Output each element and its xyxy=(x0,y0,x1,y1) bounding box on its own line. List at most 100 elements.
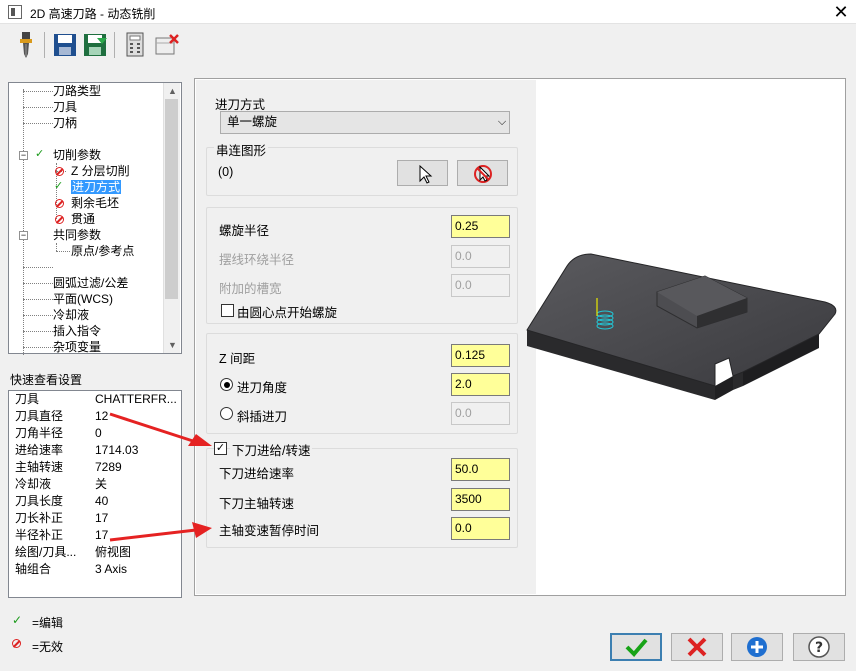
tree-line xyxy=(23,107,53,108)
entry-angle-field[interactable]: 2.0 xyxy=(451,373,510,396)
chain-count: (0) xyxy=(218,165,234,179)
save-icon[interactable] xyxy=(53,32,77,58)
tree-item-label: 刀路类型 xyxy=(53,84,102,98)
tree-item-canned-text[interactable]: 插入指令 xyxy=(53,323,101,339)
tree-line xyxy=(23,315,53,316)
quick-view-key: 绘图/刀具... xyxy=(15,545,77,559)
delete-icon[interactable] xyxy=(155,32,179,58)
cancel-button[interactable] xyxy=(671,633,723,661)
scroll-down-icon[interactable]: ▼ xyxy=(164,337,181,353)
trochoid-radius-label: 摆线环绕半径 xyxy=(219,253,295,267)
tree-item-misc-values[interactable]: 杂项变量 xyxy=(53,339,101,355)
plunge-feed-checkbox[interactable]: ✓ xyxy=(214,442,227,455)
tree-line xyxy=(23,283,53,284)
helix-radius-field[interactable]: 0.25 xyxy=(451,215,510,238)
close-button[interactable]: ✕ xyxy=(826,0,856,24)
tree-item-toolpath-type[interactable]: 刀路类型 xyxy=(53,83,101,99)
ramp-entry-label: 斜插进刀 xyxy=(237,410,288,424)
tree-item-z-depth[interactable]: Z 分层切削 xyxy=(71,163,130,179)
close-icon xyxy=(687,637,707,657)
quick-view-key: 主轴转速 xyxy=(15,460,64,474)
quick-view-value: 俯视图 xyxy=(95,545,132,559)
help-icon: ? xyxy=(808,636,830,658)
invalid-icon xyxy=(12,639,21,648)
calculator-icon[interactable] xyxy=(124,32,148,58)
legend-edited: =编辑 xyxy=(32,616,64,630)
plunge-spindle-field[interactable]: 3500 xyxy=(451,488,510,511)
tree-item-remaining-stock[interactable]: 剩余毛坯 xyxy=(71,195,119,211)
scroll-up-icon[interactable]: ▲ xyxy=(164,83,181,99)
plunge-feed-group-label: 下刀进给/转速 xyxy=(230,440,313,459)
tree-scroll-thumb[interactable] xyxy=(165,99,178,299)
tree-item-holder[interactable]: 刀柄 xyxy=(53,115,77,131)
tree-line xyxy=(23,91,53,92)
clear-chain-button[interactable] xyxy=(457,160,508,186)
quick-view-value: 17 xyxy=(95,511,109,525)
tree-item-coolant[interactable]: 冷却液 xyxy=(53,307,89,323)
plunge-feed-rate-field[interactable]: 50.0 xyxy=(451,458,510,481)
tree-item-label: 刀柄 xyxy=(53,116,78,130)
save-as-icon[interactable] xyxy=(83,32,107,58)
tree-item-entry-method[interactable]: 进刀方式 xyxy=(71,179,122,195)
quick-view-value: CHATTERFR... xyxy=(95,392,177,406)
plus-icon xyxy=(747,637,767,657)
select-chain-button[interactable] xyxy=(397,160,448,186)
legend-invalid: =无效 xyxy=(32,640,64,654)
ok-button[interactable] xyxy=(610,633,662,661)
invalid-icon xyxy=(55,215,64,224)
z-spacing-label: Z 间距 xyxy=(219,352,256,366)
entry-preview-image xyxy=(525,240,845,410)
tree-item-label: 冷却液 xyxy=(53,308,90,322)
parameter-tree: 刀路类型 刀具 刀柄 − ✓ 切削参数 Z 分层切削 ✓ 进刀方式 剩余毛坯 贯… xyxy=(8,82,182,355)
tool-icon[interactable] xyxy=(14,32,38,58)
dwell-field[interactable]: 0.0 xyxy=(451,517,510,540)
center-start-checkbox[interactable] xyxy=(221,304,234,317)
entry-method-dropdown[interactable]: 单一螺旋 xyxy=(220,111,510,134)
quick-view-key: 刀具 xyxy=(15,392,40,406)
ramp-entry-field[interactable]: 0.0 xyxy=(451,402,510,425)
check-icon: ✓ xyxy=(12,613,23,627)
quick-view-value: 关 xyxy=(95,477,108,491)
tree-item-plane-wcs[interactable]: 平面(WCS) xyxy=(53,291,113,307)
quick-view-key: 进给速率 xyxy=(15,443,64,457)
quick-view-value: 40 xyxy=(95,494,109,508)
tree-item-label: 进刀方式 xyxy=(71,180,122,194)
plunge-feed-rate-label: 下刀进给速率 xyxy=(219,467,295,481)
trochoid-radius-field[interactable]: 0.0 xyxy=(451,245,510,268)
check-icon: ✓ xyxy=(35,148,45,160)
tree-item-label: 剩余毛坯 xyxy=(71,196,120,210)
tree-line xyxy=(23,267,53,268)
tree-item-label: Z 分层切削 xyxy=(71,164,130,178)
collapse-icon[interactable]: − xyxy=(19,231,28,240)
tree-item-home-ref-point[interactable]: 原点/参考点 xyxy=(71,243,134,259)
tree-item-label: 切削参数 xyxy=(53,148,102,162)
tree-item-break-through[interactable]: 贯通 xyxy=(71,211,95,227)
tree-item-label: 贯通 xyxy=(71,212,96,226)
app-icon xyxy=(8,5,22,19)
quick-view-key: 半径补正 xyxy=(15,528,64,542)
collapse-icon[interactable]: − xyxy=(19,151,28,160)
tree-item-common-params[interactable]: 共同参数 xyxy=(53,227,101,243)
extra-slot-width-label: 附加的槽宽 xyxy=(219,282,282,296)
extra-slot-width-field[interactable]: 0.0 xyxy=(451,274,510,297)
tree-line xyxy=(56,243,57,251)
clear-chain-icon xyxy=(474,165,492,183)
tree-item-tool[interactable]: 刀具 xyxy=(53,99,77,115)
chevron-down-icon[interactable]: ⌵ xyxy=(494,111,510,134)
tree-item-label: 插入指令 xyxy=(53,324,102,338)
tree-item-arc-filter[interactable]: 圆弧过滤/公差 xyxy=(53,275,128,291)
chain-group-label: 串连图形 xyxy=(214,140,269,159)
tree-item-label: 圆弧过滤/公差 xyxy=(53,276,129,290)
ramp-entry-radio[interactable] xyxy=(220,407,233,420)
tree-line xyxy=(23,347,53,348)
z-spacing-field[interactable]: 0.125 xyxy=(451,344,510,367)
tree-line xyxy=(23,299,53,300)
tree-item-cut-params[interactable]: 切削参数 xyxy=(53,147,101,163)
quick-view-value: 0 xyxy=(95,426,102,440)
svg-text:?: ? xyxy=(815,640,823,656)
apply-button[interactable] xyxy=(731,633,783,661)
title-bar: 2D 高速刀路 - 动态铣削 ✕ xyxy=(0,0,856,24)
quick-view-key: 刀具长度 xyxy=(15,494,64,508)
entry-angle-radio[interactable] xyxy=(220,378,233,391)
help-button[interactable]: ? xyxy=(793,633,845,661)
